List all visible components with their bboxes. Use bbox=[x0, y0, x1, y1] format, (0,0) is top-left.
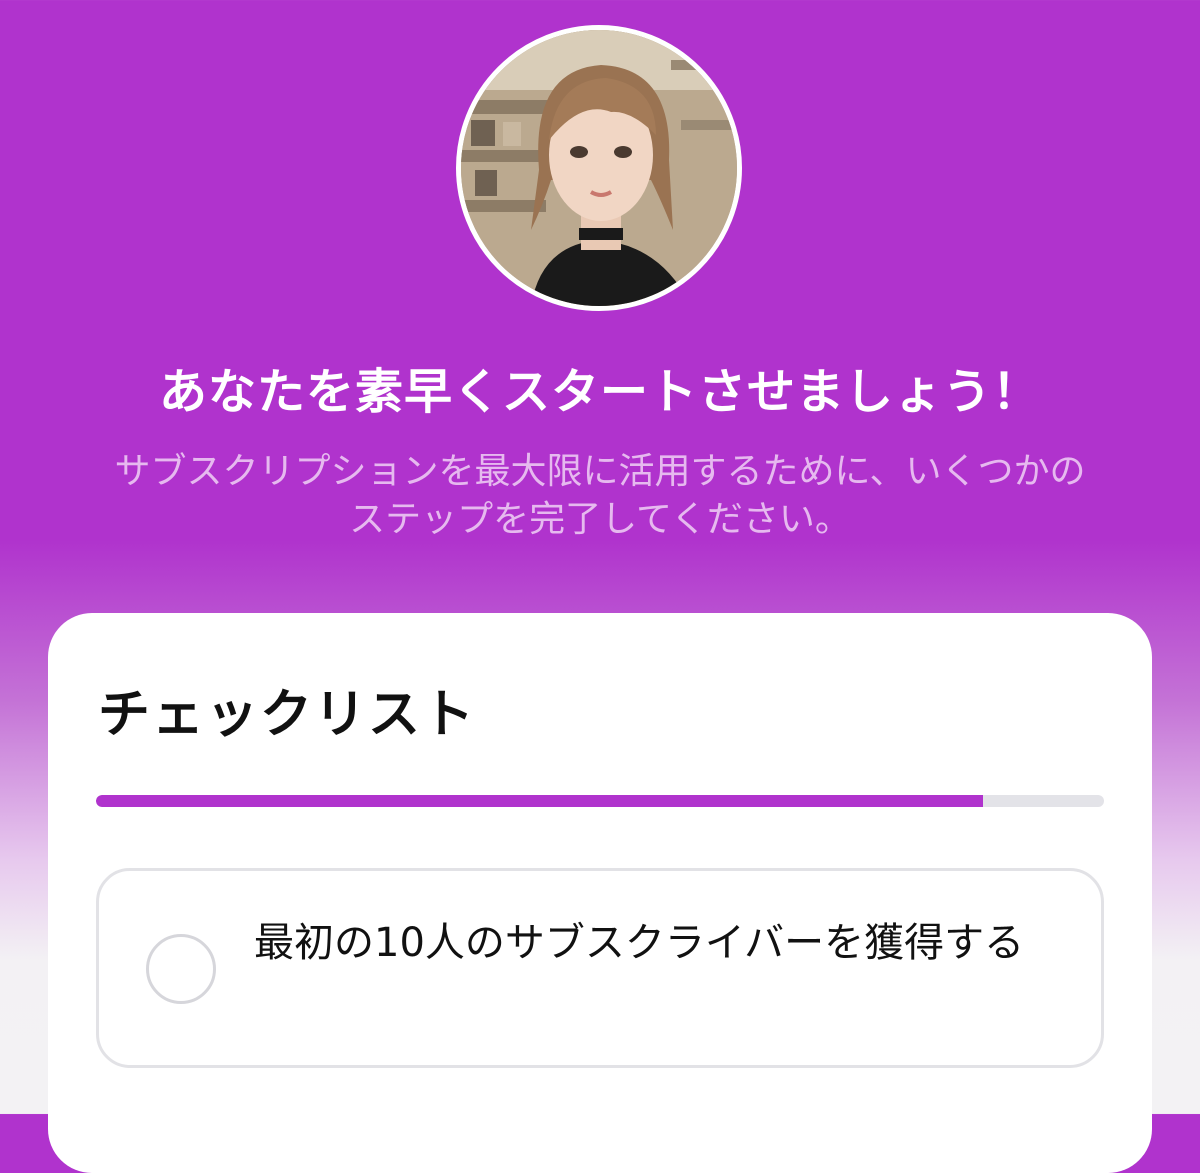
onboarding-subtitle: サブスクリプションを最大限に活用するために、いくつかのステップを完了してください… bbox=[114, 451, 1086, 540]
checklist-progress-fill bbox=[96, 795, 984, 807]
checklist-item[interactable]: 最初の10人のサブスクライバーを獲得する bbox=[96, 868, 1104, 1068]
profile-photo-illustration bbox=[461, 30, 737, 306]
profile-avatar bbox=[456, 25, 742, 311]
onboarding-headline: あなたを素早くスタートさせましょう！ bbox=[158, 364, 1041, 420]
checklist-title: チェックリスト bbox=[98, 685, 477, 745]
checklist-item-label: 最初の10人のサブスクライバーを獲得する bbox=[254, 920, 1025, 966]
checklist-item-radio[interactable] bbox=[146, 934, 216, 1004]
checklist-card: チェックリスト 最初の10人のサブスクライバーを獲得する bbox=[48, 613, 1152, 1173]
checklist-progress-bar bbox=[96, 795, 1104, 807]
